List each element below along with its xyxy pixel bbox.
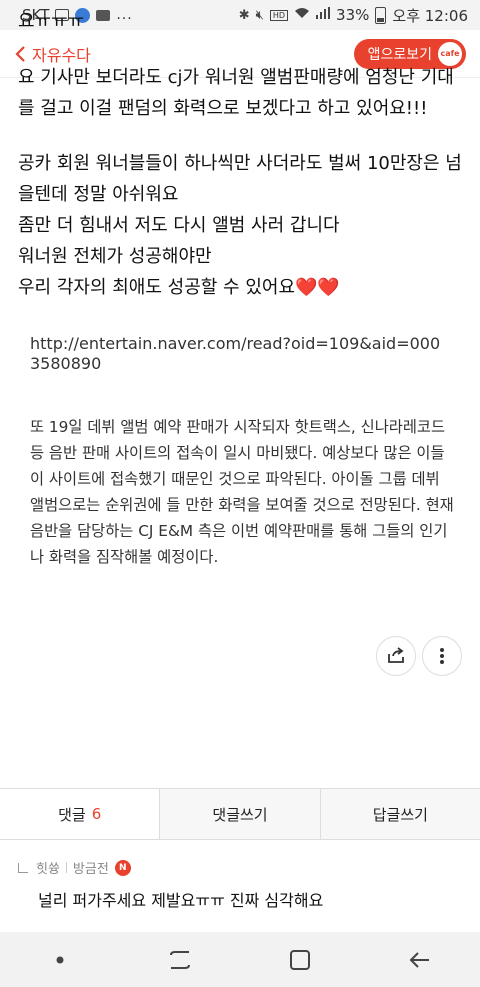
more-options-button[interactable] bbox=[422, 636, 462, 676]
android-navigation-bar bbox=[0, 932, 480, 987]
post-line-1: 요ㅠㅠㅠ bbox=[18, 11, 85, 32]
back-arrow-icon bbox=[409, 951, 429, 968]
divider bbox=[65, 862, 67, 873]
recent-apps-icon bbox=[170, 950, 190, 969]
chevron-left-icon bbox=[15, 45, 25, 62]
article-excerpt: 또 19일 데뷔 앨범 예약 판매가 시작되자 핫트랙스, 신나라레코드 등 음… bbox=[30, 418, 454, 566]
tab-write-comment-label: 댓글쓰기 bbox=[212, 805, 268, 824]
tab-write-reply-label: 답글쓰기 bbox=[372, 805, 428, 824]
post-line: 워너원 전체가 성공해야만 bbox=[18, 246, 212, 267]
tab-comments[interactable]: 댓글 6 bbox=[0, 789, 161, 839]
post-line: 공카 회원 워너블들이 하나씩만 사더라도 벌써 10만장은 넘을텐데 정말 아… bbox=[18, 153, 462, 205]
home-button[interactable] bbox=[280, 940, 320, 980]
share-button[interactable] bbox=[376, 636, 416, 676]
article-link[interactable]: http://entertain.naver.com/read?oid=109&… bbox=[30, 334, 450, 374]
comment-text: 널리 퍼가주세요 제발요ㅠㅠ 진짜 심각해요 bbox=[38, 891, 324, 910]
nav-dot-button[interactable] bbox=[40, 940, 80, 980]
back-nav-button[interactable] bbox=[400, 940, 440, 980]
more-vertical-icon bbox=[440, 648, 444, 664]
post-line: 좀만 더 힘내서 저도 다시 앨범 사러 갑니다 bbox=[18, 215, 340, 236]
post-paragraph-2: 요 기사만 보더라도 cj가 워너원 앨범판매량에 엄청난 기대를 걸고 이걸 … bbox=[18, 67, 454, 119]
recent-apps-button[interactable] bbox=[160, 940, 200, 980]
reply-arrow-icon bbox=[18, 862, 28, 873]
comment-count: 6 bbox=[91, 805, 102, 823]
comment-author[interactable]: 힛쓩 bbox=[36, 858, 60, 877]
tab-write-comment[interactable]: 댓글쓰기 bbox=[160, 789, 321, 839]
home-icon bbox=[290, 949, 310, 970]
comment-meta: 힛쓩 방금전 N bbox=[18, 858, 468, 877]
comment-item: 힛쓩 방금전 N 널리 퍼가주세요 제발요ㅠㅠ 진짜 심각해요 bbox=[18, 858, 468, 911]
dot-icon bbox=[56, 956, 64, 963]
open-in-app-label: 앱으로보기 bbox=[367, 46, 432, 63]
new-badge: N bbox=[114, 859, 131, 876]
heart-emoji: ❤️❤️ bbox=[295, 277, 340, 298]
post-line: 우리 각자의 최애도 성공할 수 있어요❤️❤️ bbox=[18, 272, 468, 303]
comment-time: 방금전 bbox=[72, 862, 109, 877]
comment-tabs: 댓글 6 댓글쓰기 답글쓰기 bbox=[0, 788, 480, 840]
post-paragraph-3: 공카 회원 워너블들이 하나씩만 사더라도 벌써 10만장은 넘을텐데 정말 아… bbox=[18, 148, 468, 303]
tab-write-reply[interactable]: 답글쓰기 bbox=[321, 789, 480, 839]
post-line-text: 우리 각자의 최애도 성공할 수 있어요 bbox=[18, 277, 296, 298]
share-icon bbox=[388, 647, 404, 663]
tab-comments-label: 댓글 bbox=[58, 805, 86, 824]
